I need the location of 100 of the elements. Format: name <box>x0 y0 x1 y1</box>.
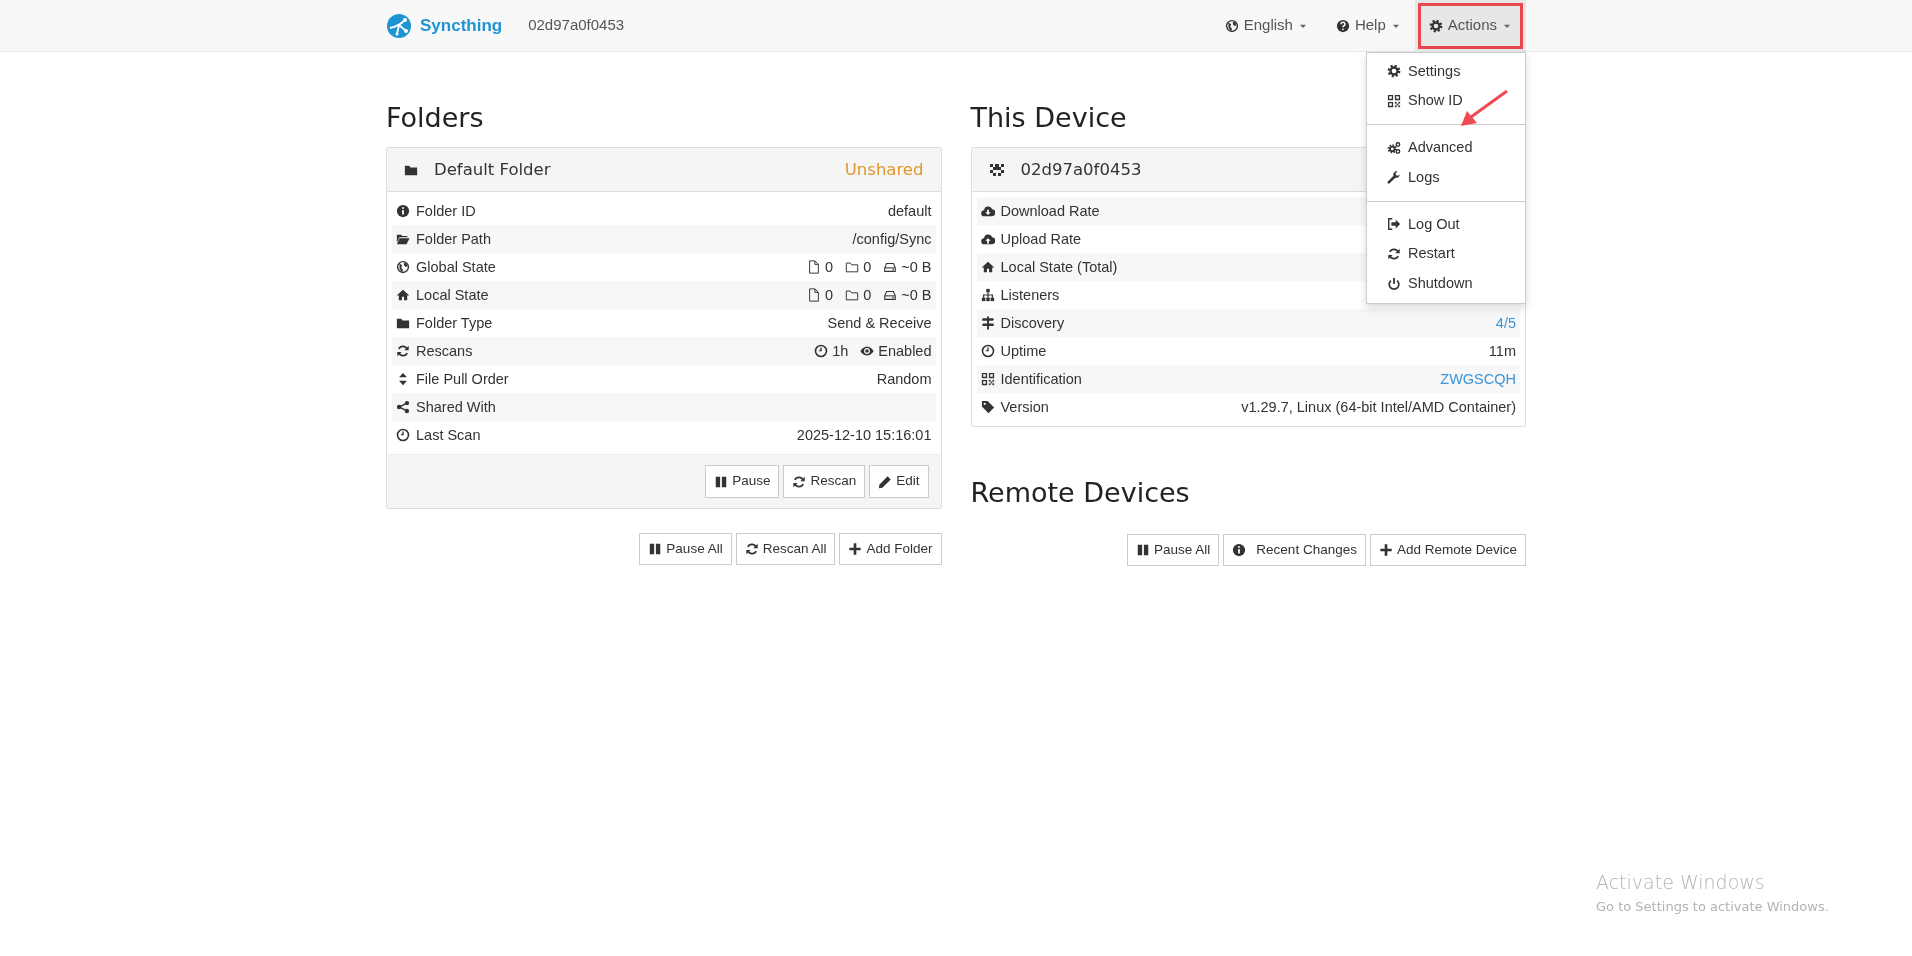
tag-icon <box>980 400 995 415</box>
row-label: Last Scan <box>416 425 481 445</box>
signpost-icon <box>980 316 995 331</box>
logo-icon <box>386 12 412 39</box>
status-label: Unshared <box>844 158 924 181</box>
refresh-icon <box>744 541 759 556</box>
qr-code-icon <box>1387 94 1401 109</box>
folder-icon <box>845 288 860 303</box>
menu-item[interactable]: Restart <box>1367 239 1525 269</box>
open-folder-icon <box>396 232 410 247</box>
refresh-icon <box>792 474 807 489</box>
info-icon <box>1232 542 1247 557</box>
menu-item[interactable]: Logs <box>1367 162 1525 193</box>
settings-icon <box>1428 18 1443 33</box>
file-icon <box>807 260 822 275</box>
row-label: Local State (Total) <box>1000 257 1118 277</box>
row-value: Send & Receive <box>827 313 932 333</box>
row-label: Upload Rate <box>1000 229 1082 249</box>
folder-icon <box>845 260 860 275</box>
plus-icon <box>848 541 863 556</box>
menu-item[interactable]: Log Out <box>1367 209 1525 240</box>
folder-count: 0 <box>863 257 872 277</box>
clock-icon <box>980 344 995 359</box>
row-label: Shared With <box>416 397 496 417</box>
menu-item[interactable]: Settings <box>1367 56 1525 87</box>
notice-text: Go to Settings to activate Windows. <box>1596 897 1829 916</box>
identicon-icon <box>988 161 1005 178</box>
row-value: /config/Sync <box>852 229 932 249</box>
row-label: Folder ID <box>416 201 476 221</box>
panel-button[interactable]: Rescan <box>783 465 866 498</box>
action-button[interactable]: Add Folder <box>839 532 942 565</box>
gears-icon <box>1387 140 1401 155</box>
menu-item[interactable]: Shutdown <box>1367 269 1525 299</box>
file-count: 0 <box>825 257 834 277</box>
row-value: 2025-12-10 15:16:01 <box>796 425 932 445</box>
share-icon <box>396 400 410 415</box>
settings-icon <box>1387 64 1401 79</box>
size-value: ~0 B <box>901 285 932 305</box>
row-label: Discovery <box>1000 313 1065 333</box>
nav-menu-button[interactable]: Help <box>1321 5 1415 46</box>
section-heading: This Device <box>970 102 1127 135</box>
globe-icon <box>1224 18 1239 33</box>
row-value: v1.29.7, Linux (64-bit Intel/AMD Container) <box>1241 397 1516 417</box>
folder-count: 0 <box>863 285 872 305</box>
row-label: Download Rate <box>1000 201 1100 221</box>
pencil-icon <box>878 474 893 489</box>
action-button[interactable]: Add Remote Device <box>1369 533 1526 567</box>
home-icon <box>980 260 995 275</box>
qr-code-icon <box>980 372 995 387</box>
panel-button[interactable]: Edit <box>869 465 929 498</box>
row-label: Rescans <box>416 341 473 361</box>
file-count: 0 <box>825 285 834 305</box>
action-button[interactable]: Pause All <box>639 532 732 565</box>
panel-header[interactable]: Default Folder Unshared <box>387 148 941 193</box>
row-value: 11m <box>1488 341 1516 361</box>
log-out-icon <box>1387 217 1401 232</box>
row-label: Folder Type <box>416 313 493 333</box>
cloud-upload-icon <box>980 232 995 247</box>
size-value: ~0 B <box>901 257 932 277</box>
row-label: Uptime <box>1000 341 1047 361</box>
row-value: Random <box>876 369 932 389</box>
folder-icon <box>396 316 410 331</box>
sitemap-icon <box>980 288 995 303</box>
row-label: Folder Path <box>416 229 491 249</box>
nav-menu-button[interactable]: English <box>1210 5 1322 46</box>
cloud-download-icon <box>980 204 995 219</box>
clock-icon <box>814 344 829 359</box>
row-label: Global State <box>416 257 496 277</box>
panel-button[interactable]: Pause <box>705 465 780 498</box>
help-icon <box>1335 18 1350 33</box>
clock-icon <box>396 428 410 443</box>
rescan-interval: 1h <box>832 341 849 361</box>
folder-name: Default Folder <box>434 158 551 181</box>
device-name: 02d97a0f0453 <box>1020 158 1142 181</box>
action-button[interactable]: Recent Changes <box>1223 533 1366 567</box>
power-icon <box>1387 276 1401 291</box>
home-icon <box>396 288 410 303</box>
row-label: Identification <box>1000 369 1082 389</box>
file-icon <box>807 288 822 303</box>
pause-icon <box>714 474 729 489</box>
nav-menu-button[interactable]: Actions <box>1414 0 1526 52</box>
pause-icon <box>1136 542 1151 557</box>
refresh-icon <box>396 344 410 359</box>
watcher-status: Enabled <box>878 341 932 361</box>
globe-icon <box>396 260 410 275</box>
refresh-icon <box>1387 247 1401 262</box>
drive-icon <box>883 288 898 303</box>
row-value: default <box>887 201 932 221</box>
notice-title: Activate Windows <box>1596 870 1766 895</box>
device-name: 02d97a0f0453 <box>528 15 625 36</box>
section-heading: Remote Devices <box>970 477 1190 510</box>
action-button[interactable]: Pause All <box>1127 533 1220 567</box>
drive-icon <box>883 260 898 275</box>
pause-icon <box>648 541 663 556</box>
action-button[interactable]: Rescan All <box>735 532 836 565</box>
section-heading: Folders <box>386 102 484 135</box>
wrench-icon <box>1387 170 1401 185</box>
row-label: Listeners <box>1000 285 1060 305</box>
plus-icon <box>1378 542 1393 557</box>
row-label: Version <box>1000 397 1049 417</box>
